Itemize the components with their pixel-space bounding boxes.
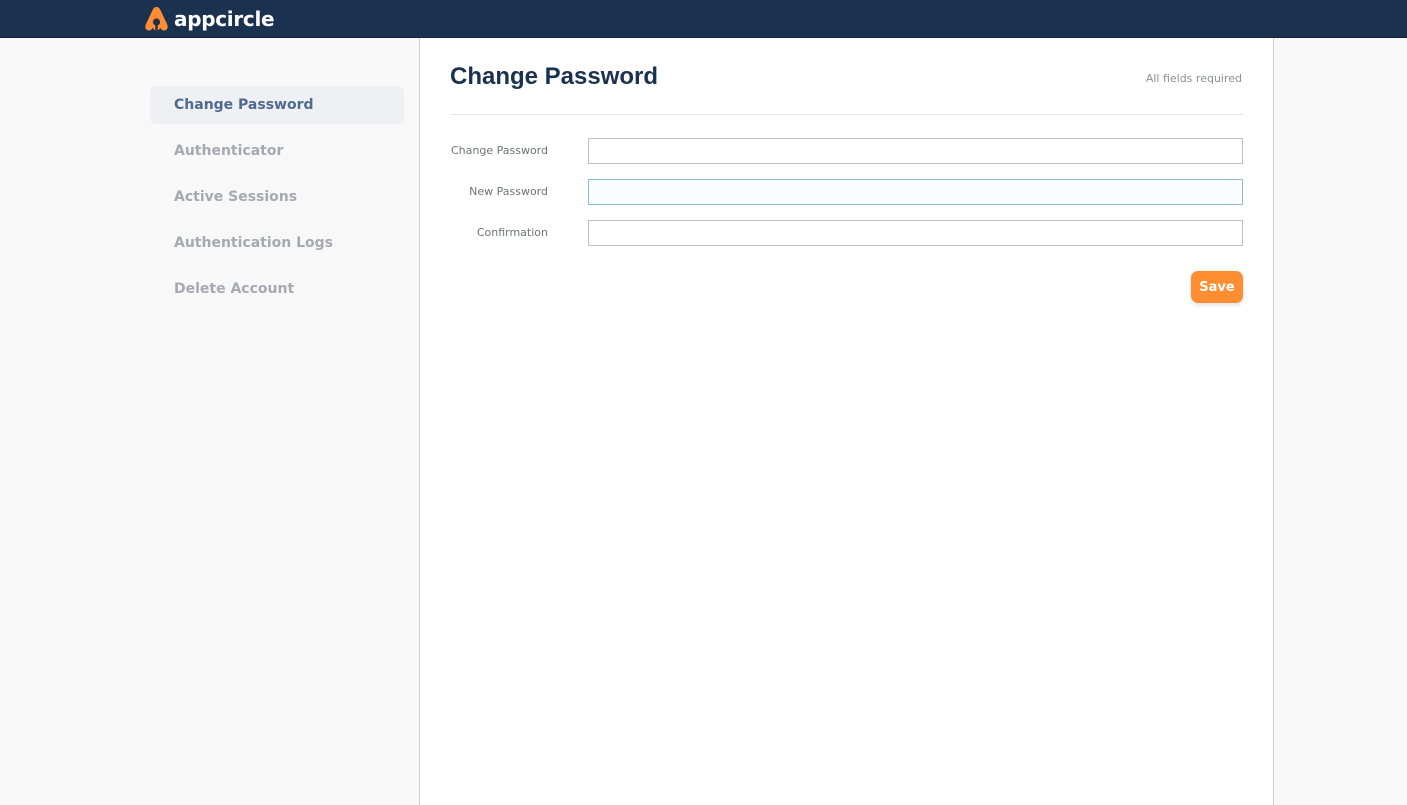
current-password-input[interactable] <box>588 138 1243 164</box>
sidebar-item-authentication-logs[interactable]: Authentication Logs <box>150 224 404 262</box>
confirmation-input[interactable] <box>588 220 1243 246</box>
main-content: Change Password All fields required Chan… <box>419 38 1274 805</box>
settings-sidebar: Change Password Authenticator Active Ses… <box>0 38 419 805</box>
required-note: All fields required <box>1145 72 1242 85</box>
brand-name: appcircle <box>174 7 275 31</box>
confirmation-label: Confirmation <box>476 226 548 239</box>
sidebar-item-authenticator[interactable]: Authenticator <box>150 132 404 170</box>
new-password-label: New Password <box>469 185 548 198</box>
save-button[interactable]: Save <box>1191 271 1243 303</box>
sidebar-item-delete-account[interactable]: Delete Account <box>150 270 404 308</box>
header-divider <box>450 114 1243 115</box>
current-password-row: Change Password <box>450 138 1243 164</box>
new-password-row: New Password <box>450 179 1243 205</box>
sidebar-item-active-sessions[interactable]: Active Sessions <box>150 178 404 216</box>
top-bar: appcircle <box>0 0 1407 38</box>
new-password-input[interactable] <box>588 179 1243 205</box>
confirmation-row: Confirmation <box>450 220 1243 246</box>
appcircle-logo-icon <box>145 7 168 31</box>
brand-logo[interactable]: appcircle <box>144 5 275 33</box>
page-title: Change Password <box>450 63 659 90</box>
sidebar-item-change-password[interactable]: Change Password <box>150 86 404 124</box>
settings-nav: Change Password Authenticator Active Ses… <box>150 86 404 316</box>
current-password-label: Change Password <box>451 144 548 157</box>
